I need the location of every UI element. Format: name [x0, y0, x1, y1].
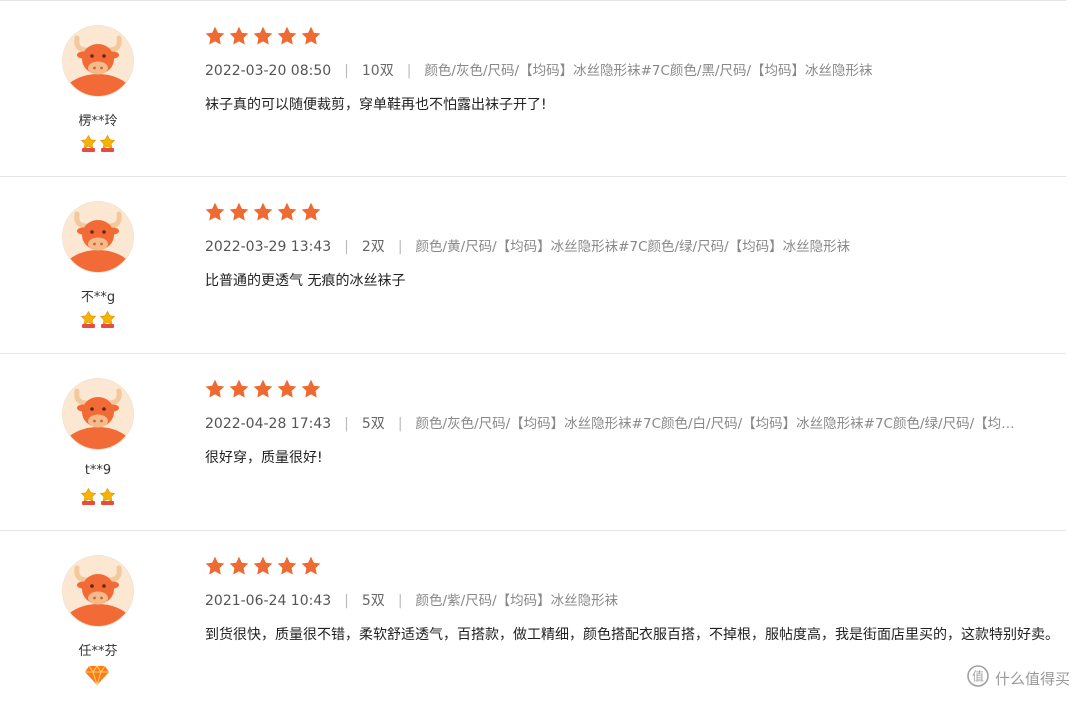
product-spec: 颜色/灰色/尺码/【均码】冰丝隐形袜#7C颜色/白/尺码/【均码】冰丝隐形袜#7… — [415, 416, 1015, 432]
bull-avatar-icon — [63, 556, 133, 626]
avatar[interactable] — [63, 26, 133, 96]
review-meta: 2022-03-29 13:43 | 2双 | 颜色/黄/尺码/【均码】冰丝隐形袜#7C… — [205, 235, 1065, 256]
crown-icon — [98, 310, 117, 332]
meta-separator: | — [344, 63, 349, 79]
crown-icon — [98, 487, 117, 509]
meta-separator: | — [397, 593, 403, 609]
purchase-quantity: 5双 — [361, 593, 385, 609]
star-icon — [204, 378, 226, 400]
product-spec: 颜色/灰色/尺码/【均码】冰丝隐形袜#7C颜色/黑/尺码/【均码】冰丝隐形袜 — [424, 63, 873, 79]
bull-avatar-icon — [63, 202, 133, 272]
crown-icon — [79, 310, 98, 332]
reviewer-nickname: t**9 — [84, 463, 112, 478]
member-level — [79, 134, 117, 156]
review-item: 任**芬 2021-06-24 10:43 | 5双 | 颜色/紫/尺码/【均码】冰丝隐… — [0, 531, 1066, 708]
star-icon — [276, 378, 298, 400]
watermark-text: 什么值得买 — [994, 669, 1070, 688]
crown-icon — [79, 487, 98, 509]
star-icon — [300, 25, 322, 47]
review-item: t**9 2022-04-28 17:43 | 5双 | 颜色/灰色/尺码/【均码】冰丝… — [0, 354, 1066, 531]
star-rating — [204, 555, 322, 577]
star-icon — [204, 25, 226, 47]
star-icon — [252, 201, 274, 223]
star-rating — [204, 201, 322, 223]
star-icon — [276, 25, 298, 47]
review-date: 2022-03-29 13:43 — [205, 239, 332, 255]
member-level — [79, 487, 117, 509]
meta-separator: | — [344, 416, 349, 432]
review-content: 很好穿，质量很好! — [205, 450, 323, 466]
star-icon — [276, 201, 298, 223]
star-icon — [252, 378, 274, 400]
meta-separator: | — [397, 239, 403, 255]
review-date: 2022-04-28 17:43 — [205, 416, 332, 432]
purchase-quantity: 5双 — [361, 416, 385, 432]
bull-avatar-icon — [63, 379, 133, 449]
star-icon — [204, 201, 226, 223]
svg-text:值: 值 — [972, 669, 984, 684]
meta-separator: | — [406, 63, 412, 79]
purchase-quantity: 10双 — [361, 63, 394, 79]
review-date: 2022-03-20 08:50 — [205, 63, 332, 79]
member-level — [84, 664, 110, 687]
product-spec: 颜色/黄/尺码/【均码】冰丝隐形袜#7C颜色/绿/尺码/【均码】冰丝隐形袜 — [415, 239, 851, 255]
zhi-logo-icon: 值 — [967, 665, 989, 691]
product-spec: 颜色/紫/尺码/【均码】冰丝隐形袜 — [415, 593, 619, 609]
review-item: 楞**玲 2022-03-20 08:50 | 10双 | 颜色/灰色/尺码/【均码】冰… — [0, 0, 1066, 177]
reviewer-nickname: 楞**玲 — [78, 114, 118, 129]
star-icon — [204, 555, 226, 577]
reviewer-nickname: 不**g — [80, 290, 116, 305]
review-meta: 2022-04-28 17:43 | 5双 | 颜色/灰色/尺码/【均码】冰丝隐形袜#7… — [205, 412, 1065, 433]
avatar[interactable] — [63, 202, 133, 272]
review-date: 2021-06-24 10:43 — [205, 593, 332, 609]
purchase-quantity: 2双 — [361, 239, 385, 255]
review-meta: 2022-03-20 08:50 | 10双 | 颜色/灰色/尺码/【均码】冰丝隐形袜#… — [205, 59, 1065, 80]
member-level — [79, 310, 117, 332]
crown-icon — [98, 134, 117, 156]
star-icon — [276, 555, 298, 577]
star-icon — [252, 555, 274, 577]
review-content: 到货很快，质量很不错，柔软舒适透气，百搭款，做工精细，颜色搭配衣服百搭，不掉根，… — [205, 627, 1059, 643]
star-icon — [228, 378, 250, 400]
review-meta: 2021-06-24 10:43 | 5双 | 颜色/紫/尺码/【均码】冰丝隐形袜 — [205, 589, 1065, 610]
star-icon — [300, 201, 322, 223]
meta-separator: | — [344, 593, 349, 609]
avatar[interactable] — [63, 379, 133, 449]
star-icon — [228, 555, 250, 577]
diamond-icon — [84, 664, 110, 687]
reviewer-nickname: 任**芬 — [78, 644, 118, 659]
star-icon — [252, 25, 274, 47]
meta-separator: | — [344, 239, 349, 255]
avatar[interactable] — [63, 556, 133, 626]
star-icon — [300, 378, 322, 400]
watermark: 值 什么值得买 — [967, 665, 1070, 691]
star-rating — [204, 378, 322, 400]
review-content: 比普通的更透气 无痕的冰丝袜子 — [205, 273, 406, 289]
meta-separator: | — [397, 416, 403, 432]
star-rating — [204, 25, 322, 47]
review-item: 不**g 2022-03-29 13:43 | 2双 | 颜色/黄/尺码/【均码】冰丝隐… — [0, 177, 1066, 354]
star-icon — [228, 201, 250, 223]
crown-icon — [79, 134, 98, 156]
star-icon — [300, 555, 322, 577]
review-content: 袜子真的可以随便裁剪，穿单鞋再也不怕露出袜子开了! — [205, 97, 547, 113]
bull-avatar-icon — [63, 26, 133, 96]
star-icon — [228, 25, 250, 47]
